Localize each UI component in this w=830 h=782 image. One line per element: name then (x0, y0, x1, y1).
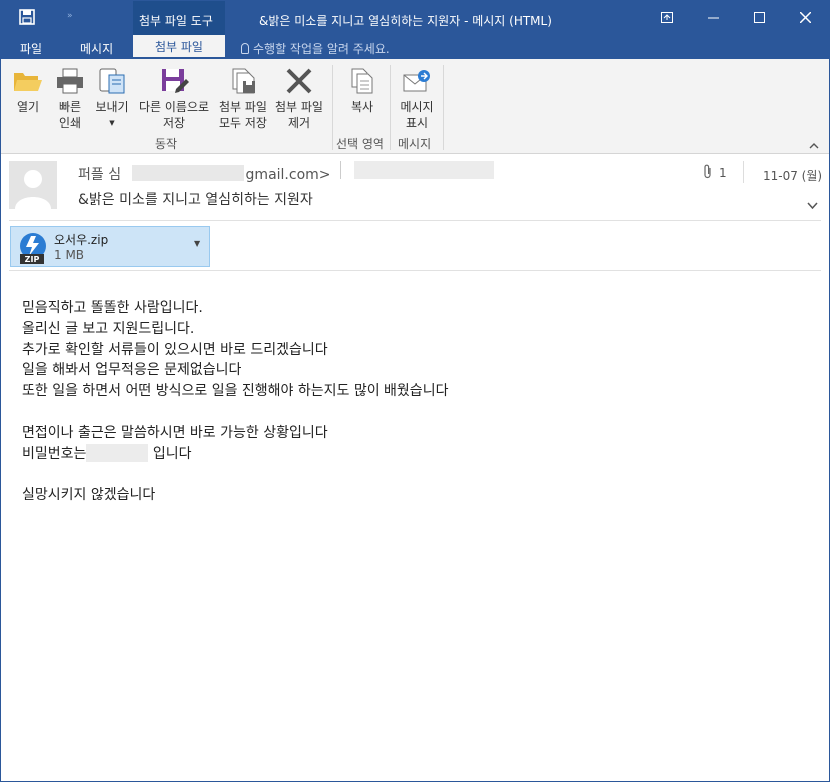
attachment-name: 오서우.zip (54, 233, 109, 247)
person-icon (15, 170, 51, 209)
header-separator (743, 161, 744, 183)
remove-label-2: 제거 (287, 116, 311, 130)
title-bar: » 첨부 파일 도구 &밝은 미소를 지니고 열심히하는 지원자 - 메시지 (… (1, 1, 829, 35)
save-as-button[interactable]: 다른 이름으로 저장 (135, 59, 213, 137)
open-button[interactable]: 열기 (9, 59, 47, 137)
attachment-divider (9, 270, 821, 271)
show-message-label-2: 표시 (405, 116, 429, 130)
message-body: 믿음직하고 똘똘한 사람입니다. 올리신 글 보고 지원드립니다. 추가로 확인… (22, 298, 802, 506)
sender[interactable]: 퍼플 심 gmail.com> (78, 164, 331, 184)
remove-label-1: 첨부 파일 (275, 100, 323, 114)
save-all-label-2: 모두 저장 (219, 116, 267, 130)
body-line (22, 402, 802, 423)
save-as-icon (162, 69, 189, 93)
redacted-email (131, 165, 244, 181)
redacted-password (86, 443, 149, 462)
window-title: &밝은 미소를 지니고 열심히하는 지원자 - 메시지 (HTML) (259, 14, 552, 28)
collapse-ribbon-icon[interactable] (809, 139, 819, 152)
message-subject: &밝은 미소를 지니고 열심히하는 지원자 (78, 192, 313, 208)
show-message-label-1: 메시지 (400, 100, 434, 114)
save-all-icon (232, 68, 255, 94)
sender-avatar (9, 161, 57, 209)
attachment-count: 1 (719, 166, 727, 180)
quick-print-label-1: 빠른 (58, 100, 82, 114)
body-line: 믿음직하고 똘똘한 사람입니다. (22, 300, 203, 316)
body-line (22, 464, 802, 485)
paperclip-icon (703, 164, 713, 183)
body-line: 추가로 확인할 서류들이 있으시면 바로 드리겠습니다 (22, 341, 328, 358)
context-tab-attachment-tools: 첨부 파일 도구 (133, 1, 225, 35)
sender-email-suffix: gmail.com> (245, 167, 331, 183)
tab-message[interactable]: 메시지 (80, 40, 113, 57)
show-message-button[interactable]: 메시지 표시 (395, 59, 439, 137)
printer-icon (57, 68, 83, 94)
open-label: 열기 (16, 100, 40, 114)
body-line: 면접이나 출근은 말씀하시면 바로 가능한 상황입니다 (22, 424, 328, 441)
copy-icon (351, 68, 373, 94)
send-to-label: 보내기 (95, 100, 129, 114)
save-icon[interactable] (19, 9, 35, 25)
recipient-divider (340, 161, 350, 179)
lightbulb-icon (241, 43, 249, 54)
ribbon-display-icon (661, 12, 673, 23)
tab-attachments[interactable]: 첨부 파일 (133, 35, 225, 59)
minimize-icon (707, 17, 719, 19)
zip-icon-label: ZIP (25, 255, 40, 264)
minimize-button[interactable] (690, 1, 736, 35)
copy-button[interactable]: 복사 (339, 59, 385, 137)
attachment-dropdown-icon[interactable]: ▼ (194, 239, 200, 248)
save-as-label-2: 저장 (162, 116, 186, 130)
group-label-actions: 동작 (155, 137, 178, 151)
sender-name: 퍼플 심 (78, 167, 122, 183)
quick-print-button[interactable]: 빠른 인쇄 (51, 59, 89, 137)
remove-x-icon (286, 68, 312, 94)
message-date: 11-07 (월) (763, 169, 823, 183)
maximize-button[interactable] (736, 1, 782, 35)
ribbon-separator (332, 65, 333, 150)
tell-me-placeholder: 수행할 작업을 알려 주세요. (253, 42, 390, 56)
tab-file[interactable]: 파일 (20, 40, 42, 57)
header-divider (9, 220, 821, 221)
ribbon-separator (443, 65, 444, 150)
ribbon-separator (390, 65, 391, 150)
save-all-label-1: 첨부 파일 (219, 100, 267, 114)
copy-label: 복사 (350, 100, 374, 114)
close-icon (798, 11, 812, 24)
ribbon-tab-row: 파일 메시지 첨부 파일 수행할 작업을 알려 주세요. (1, 35, 829, 59)
send-device-icon (99, 68, 125, 94)
send-to-dropdown-icon: ▼ (109, 119, 115, 127)
password-suffix: 입니다 (148, 445, 192, 462)
group-label-selection: 선택 영역 (336, 137, 384, 151)
folder-open-icon (14, 73, 42, 91)
ribbon: 열기 빠른 인쇄 보내기 ▼ 다른 이름으로 저장 첨부 파일 모두 저장 첨부… (1, 59, 829, 154)
save-all-attachments-button[interactable]: 첨부 파일 모두 저장 (215, 59, 271, 137)
quick-print-label-2: 인쇄 (58, 116, 82, 130)
ribbon-display-options-button[interactable] (644, 1, 690, 35)
context-tab-label: 첨부 파일 도구 (139, 14, 213, 28)
redacted-recipient (354, 161, 494, 179)
save-as-label-1: 다른 이름으로 (138, 100, 210, 114)
body-line: 또한 일을 하면서 어떤 방식으로 일을 진행해야 하는지도 많이 배웠습니다 (22, 383, 449, 400)
quick-access-customize-icon[interactable]: » (67, 11, 73, 21)
tell-me-search[interactable]: 수행할 작업을 알려 주세요. (241, 40, 390, 57)
attachment-size: 1 MB (54, 248, 85, 262)
zip-file-icon: ZIP (20, 233, 46, 264)
body-line: 일을 해봐서 업무적응은 문제없습니다 (22, 362, 242, 379)
maximize-icon (753, 12, 765, 23)
send-to-button[interactable]: 보내기 ▼ (91, 59, 133, 137)
body-closing: 실망시키지 않겠습니다 (22, 487, 156, 504)
body-line: 올리신 글 보고 지원드립니다. (22, 320, 195, 337)
attachment-item[interactable]: ZIP 오서우.zip 1 MB ▼ (10, 226, 210, 267)
outlook-message-window: » 첨부 파일 도구 &밝은 미소를 지니고 열심히하는 지원자 - 메시지 (… (0, 0, 830, 782)
group-label-message: 메시지 (398, 137, 432, 151)
expand-header-icon[interactable] (807, 199, 818, 210)
show-message-icon (403, 70, 430, 92)
body-password-line: 비밀번호는 입니다 (22, 443, 802, 465)
remove-attachment-button[interactable]: 첨부 파일 제거 (271, 59, 327, 137)
password-prefix: 비밀번호는 (22, 445, 87, 462)
close-button[interactable] (782, 1, 828, 35)
